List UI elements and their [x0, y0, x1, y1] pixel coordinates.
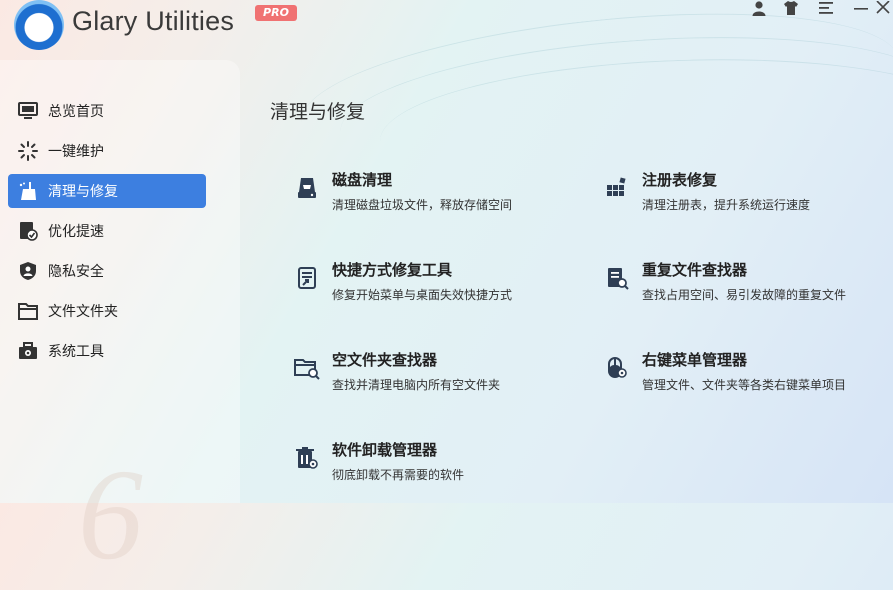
sidebar-item-label: 清理与修复: [48, 184, 118, 200]
tool-name: 快捷方式修复工具: [332, 261, 453, 279]
skin-icon[interactable]: [780, 0, 802, 16]
sidebar-item-system-tools[interactable]: 系统工具: [8, 334, 206, 368]
sidebar-item-overview[interactable]: 总览首页: [8, 94, 206, 128]
version-watermark: 6: [78, 443, 143, 587]
checklist-icon: [18, 221, 38, 241]
section-title: 清理与修复: [270, 101, 366, 123]
empty-folder-icon: [294, 355, 320, 381]
sparkle-icon: [18, 141, 38, 161]
tool-registry-repair[interactable]: 注册表修复 清理注册表，提升系统运行速度: [604, 169, 893, 229]
sidebar-item-optimize[interactable]: 优化提速: [8, 214, 206, 248]
sidebar-item-label: 系统工具: [48, 344, 104, 360]
tool-name: 注册表修复: [642, 171, 718, 189]
tool-name: 右键菜单管理器: [642, 351, 748, 369]
account-icon[interactable]: [748, 0, 770, 16]
monitor-icon: [18, 101, 38, 121]
sidebar-item-label: 一键维护: [48, 144, 104, 160]
minimize-icon[interactable]: [850, 0, 872, 16]
tool-disk-cleanup[interactable]: 磁盘清理 清理磁盘垃圾文件，释放存储空间: [294, 169, 584, 229]
sidebar-item-one-click[interactable]: 一键维护: [8, 134, 206, 168]
uninstall-icon: [294, 445, 320, 471]
sidebar-item-clean-repair[interactable]: 清理与修复: [8, 174, 206, 208]
menu-icon[interactable]: [815, 0, 837, 16]
sidebar-item-label: 隐私安全: [48, 264, 104, 280]
tool-description: 修复开始菜单与桌面失效快捷方式: [332, 288, 513, 302]
disk-icon: [294, 175, 320, 201]
sidebar-item-label: 文件文件夹: [48, 304, 118, 320]
sidebar-item-files[interactable]: 文件文件夹: [8, 294, 206, 328]
tool-empty-folder-finder[interactable]: 空文件夹查找器 查找并清理电脑内所有空文件夹: [294, 349, 584, 409]
sidebar-item-privacy[interactable]: 隐私安全: [8, 254, 206, 288]
sidebar-item-label: 总览首页: [48, 104, 104, 120]
toolbox-icon: [18, 341, 38, 361]
pro-badge: PRO: [255, 5, 297, 21]
tool-description: 清理磁盘垃圾文件，释放存储空间: [332, 198, 513, 212]
tool-context-menu-manager[interactable]: 右键菜单管理器 管理文件、文件夹等各类右键菜单项目: [604, 349, 893, 409]
sidebar-item-label: 优化提速: [48, 224, 104, 240]
close-icon[interactable]: [872, 0, 893, 16]
tool-uninstall-manager[interactable]: 软件卸载管理器 彻底卸载不再需要的软件: [294, 439, 584, 499]
tool-description: 彻底卸载不再需要的软件: [332, 468, 465, 482]
tool-name: 重复文件查找器: [642, 261, 748, 279]
app-title: Glary Utilities: [72, 6, 235, 36]
broom-icon: [18, 181, 38, 201]
shield-icon: [18, 261, 38, 281]
tool-name: 空文件夹查找器: [332, 351, 438, 369]
shortcut-icon: [294, 265, 320, 291]
mouse-icon: [604, 355, 630, 381]
tool-description: 清理注册表，提升系统运行速度: [642, 198, 811, 212]
tool-name: 软件卸载管理器: [332, 441, 438, 459]
tool-name: 磁盘清理: [332, 171, 393, 189]
folder-icon: [18, 301, 38, 321]
registry-icon: [604, 175, 630, 201]
tool-duplicate-finder[interactable]: 重复文件查找器 查找占用空间、易引发故障的重复文件: [604, 259, 893, 319]
tool-description: 管理文件、文件夹等各类右键菜单项目: [642, 378, 847, 392]
tool-description: 查找并清理电脑内所有空文件夹: [332, 378, 501, 392]
tool-description: 查找占用空间、易引发故障的重复文件: [642, 288, 847, 302]
app-logo-icon: [14, 0, 64, 50]
duplicate-file-icon: [604, 265, 630, 291]
tool-shortcut-fixer[interactable]: 快捷方式修复工具 修复开始菜单与桌面失效快捷方式: [294, 259, 584, 319]
